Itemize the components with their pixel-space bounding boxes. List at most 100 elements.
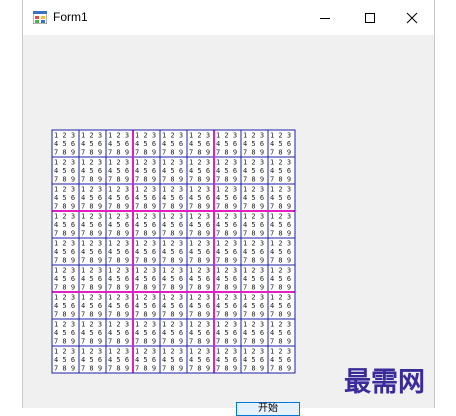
sudoku-cell[interactable]: 1 2 34 5 67 8 9 <box>105 129 134 158</box>
candidate-digits: 1 2 3 <box>243 213 264 221</box>
sudoku-cell[interactable]: 1 2 34 5 67 8 9 <box>78 264 107 293</box>
sudoku-cell[interactable]: 1 2 34 5 67 8 9 <box>267 345 296 374</box>
sudoku-cell[interactable]: 1 2 34 5 67 8 9 <box>51 291 80 320</box>
candidate-digits: 4 5 6 <box>189 140 210 148</box>
sudoku-cell[interactable]: 1 2 34 5 67 8 9 <box>78 183 107 212</box>
sudoku-cell[interactable]: 1 2 34 5 67 8 9 <box>132 237 161 266</box>
sudoku-cell[interactable]: 1 2 34 5 67 8 9 <box>186 129 215 158</box>
sudoku-cell[interactable]: 1 2 34 5 67 8 9 <box>78 291 107 320</box>
sudoku-cell[interactable]: 1 2 34 5 67 8 9 <box>267 264 296 293</box>
sudoku-cell[interactable]: 1 2 34 5 67 8 9 <box>213 237 242 266</box>
sudoku-cell[interactable]: 1 2 34 5 67 8 9 <box>267 318 296 347</box>
sudoku-cell[interactable]: 1 2 34 5 67 8 9 <box>132 156 161 185</box>
sudoku-cell[interactable]: 1 2 34 5 67 8 9 <box>240 291 269 320</box>
sudoku-cell[interactable]: 1 2 34 5 67 8 9 <box>213 291 242 320</box>
sudoku-cell[interactable]: 1 2 34 5 67 8 9 <box>132 129 161 158</box>
sudoku-cell[interactable]: 1 2 34 5 67 8 9 <box>186 156 215 185</box>
sudoku-cell[interactable]: 1 2 34 5 67 8 9 <box>186 318 215 347</box>
sudoku-cell[interactable]: 1 2 34 5 67 8 9 <box>105 318 134 347</box>
sudoku-cell[interactable]: 1 2 34 5 67 8 9 <box>186 345 215 374</box>
sudoku-cell[interactable]: 1 2 34 5 67 8 9 <box>78 210 107 239</box>
sudoku-cell[interactable]: 1 2 34 5 67 8 9 <box>132 183 161 212</box>
candidate-digits: 1 2 3 <box>216 186 237 194</box>
sudoku-cell[interactable]: 1 2 34 5 67 8 9 <box>240 237 269 266</box>
sudoku-cell[interactable]: 1 2 34 5 67 8 9 <box>132 264 161 293</box>
sudoku-cell[interactable]: 1 2 34 5 67 8 9 <box>51 345 80 374</box>
sudoku-cell[interactable]: 1 2 34 5 67 8 9 <box>267 183 296 212</box>
sudoku-cell[interactable]: 1 2 34 5 67 8 9 <box>51 318 80 347</box>
sudoku-cell[interactable]: 1 2 34 5 67 8 9 <box>240 210 269 239</box>
sudoku-cell[interactable]: 1 2 34 5 67 8 9 <box>105 345 134 374</box>
sudoku-cell[interactable]: 1 2 34 5 67 8 9 <box>51 156 80 185</box>
sudoku-cell[interactable]: 1 2 34 5 67 8 9 <box>267 129 296 158</box>
sudoku-cell[interactable]: 1 2 34 5 67 8 9 <box>159 183 188 212</box>
sudoku-cell[interactable]: 1 2 34 5 67 8 9 <box>132 318 161 347</box>
sudoku-cell[interactable]: 1 2 34 5 67 8 9 <box>240 129 269 158</box>
sudoku-cell[interactable]: 1 2 34 5 67 8 9 <box>159 237 188 266</box>
sudoku-cell[interactable]: 1 2 34 5 67 8 9 <box>132 345 161 374</box>
sudoku-cell[interactable]: 1 2 34 5 67 8 9 <box>51 210 80 239</box>
sudoku-cell[interactable]: 1 2 34 5 67 8 9 <box>78 129 107 158</box>
sudoku-cell[interactable]: 1 2 34 5 67 8 9 <box>159 210 188 239</box>
sudoku-cell[interactable]: 1 2 34 5 67 8 9 <box>213 264 242 293</box>
candidate-digits: 1 2 3 <box>216 132 237 140</box>
candidate-digits: 4 5 6 <box>189 167 210 175</box>
sudoku-cell[interactable]: 1 2 34 5 67 8 9 <box>78 156 107 185</box>
sudoku-cell[interactable]: 1 2 34 5 67 8 9 <box>105 237 134 266</box>
sudoku-cell[interactable]: 1 2 34 5 67 8 9 <box>105 183 134 212</box>
sudoku-cell[interactable]: 1 2 34 5 67 8 9 <box>240 156 269 185</box>
sudoku-cell[interactable]: 1 2 34 5 67 8 9 <box>186 210 215 239</box>
sudoku-cell[interactable]: 1 2 34 5 67 8 9 <box>240 264 269 293</box>
candidate-digits: 7 8 9 <box>81 230 102 238</box>
candidate-digits: 4 5 6 <box>189 356 210 364</box>
sudoku-cell[interactable]: 1 2 34 5 67 8 9 <box>267 210 296 239</box>
sudoku-cell[interactable]: 1 2 34 5 67 8 9 <box>159 129 188 158</box>
sudoku-cell[interactable]: 1 2 34 5 67 8 9 <box>267 291 296 320</box>
minimize-button[interactable] <box>302 0 347 35</box>
sudoku-cell[interactable]: 1 2 34 5 67 8 9 <box>159 156 188 185</box>
sudoku-cell[interactable]: 1 2 34 5 67 8 9 <box>51 129 80 158</box>
sudoku-cell[interactable]: 1 2 34 5 67 8 9 <box>132 210 161 239</box>
candidate-digits: 1 2 3 <box>54 186 75 194</box>
start-button[interactable]: 开始 <box>236 402 300 416</box>
candidate-digits: 7 8 9 <box>162 338 183 346</box>
sudoku-cell[interactable]: 1 2 34 5 67 8 9 <box>240 183 269 212</box>
sudoku-cell[interactable]: 1 2 34 5 67 8 9 <box>213 345 242 374</box>
candidate-digits: 4 5 6 <box>243 302 264 310</box>
sudoku-cell[interactable]: 1 2 34 5 67 8 9 <box>159 291 188 320</box>
sudoku-cell[interactable]: 1 2 34 5 67 8 9 <box>213 210 242 239</box>
candidate-digits: 4 5 6 <box>81 248 102 256</box>
sudoku-cell[interactable]: 1 2 34 5 67 8 9 <box>78 237 107 266</box>
sudoku-cell[interactable]: 1 2 34 5 67 8 9 <box>78 318 107 347</box>
sudoku-cell[interactable]: 1 2 34 5 67 8 9 <box>186 183 215 212</box>
sudoku-cell[interactable]: 1 2 34 5 67 8 9 <box>186 291 215 320</box>
sudoku-cell[interactable]: 1 2 34 5 67 8 9 <box>51 183 80 212</box>
sudoku-cell[interactable]: 1 2 34 5 67 8 9 <box>267 156 296 185</box>
sudoku-cell[interactable]: 1 2 34 5 67 8 9 <box>159 264 188 293</box>
close-button[interactable] <box>389 0 434 35</box>
sudoku-cell[interactable]: 1 2 34 5 67 8 9 <box>240 345 269 374</box>
sudoku-cell[interactable]: 1 2 34 5 67 8 9 <box>159 345 188 374</box>
sudoku-cell[interactable]: 1 2 34 5 67 8 9 <box>105 291 134 320</box>
sudoku-cell[interactable]: 1 2 34 5 67 8 9 <box>267 237 296 266</box>
sudoku-cell[interactable]: 1 2 34 5 67 8 9 <box>78 345 107 374</box>
sudoku-cell[interactable]: 1 2 34 5 67 8 9 <box>186 264 215 293</box>
candidate-digits: 1 2 3 <box>243 348 264 356</box>
sudoku-cell[interactable]: 1 2 34 5 67 8 9 <box>213 318 242 347</box>
sudoku-cell[interactable]: 1 2 34 5 67 8 9 <box>105 210 134 239</box>
sudoku-cell[interactable]: 1 2 34 5 67 8 9 <box>105 156 134 185</box>
sudoku-cell[interactable]: 1 2 34 5 67 8 9 <box>213 129 242 158</box>
candidate-digits: 7 8 9 <box>270 257 291 265</box>
candidate-digits: 7 8 9 <box>54 365 75 373</box>
sudoku-cell[interactable]: 1 2 34 5 67 8 9 <box>51 264 80 293</box>
sudoku-cell[interactable]: 1 2 34 5 67 8 9 <box>105 264 134 293</box>
sudoku-cell[interactable]: 1 2 34 5 67 8 9 <box>213 183 242 212</box>
sudoku-cell[interactable]: 1 2 34 5 67 8 9 <box>132 291 161 320</box>
sudoku-cell[interactable]: 1 2 34 5 67 8 9 <box>186 237 215 266</box>
sudoku-cell[interactable]: 1 2 34 5 67 8 9 <box>213 156 242 185</box>
sudoku-cell[interactable]: 1 2 34 5 67 8 9 <box>159 318 188 347</box>
candidate-digits: 7 8 9 <box>270 311 291 319</box>
maximize-button[interactable] <box>347 0 392 35</box>
sudoku-cell[interactable]: 1 2 34 5 67 8 9 <box>51 237 80 266</box>
sudoku-cell[interactable]: 1 2 34 5 67 8 9 <box>240 318 269 347</box>
